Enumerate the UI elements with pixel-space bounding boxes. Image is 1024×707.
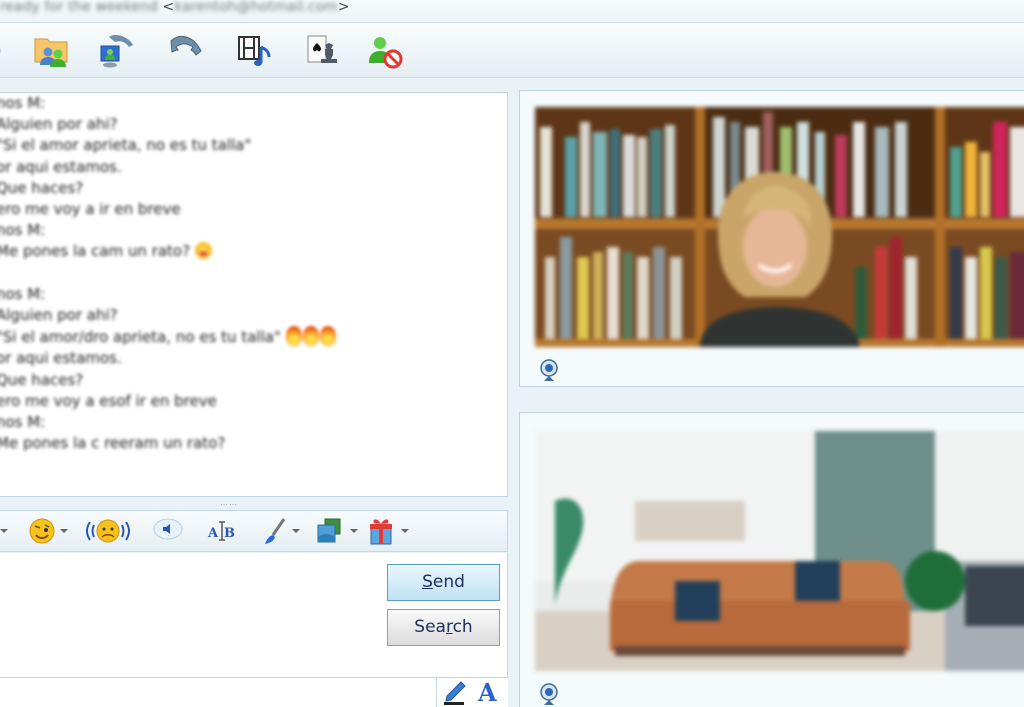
search-accelerator: r [445,617,453,637]
emoticons-dropdown-arrow-icon[interactable] [60,529,68,533]
chat-lines: nos M: Alguien por ahi? "Si el amor apri… [0,93,507,454]
chat-line: Alguien por ahi? [0,306,118,325]
invite-icon[interactable] [0,33,8,69]
own-video-feed [535,431,1024,671]
gift-icon[interactable] [368,516,394,546]
compose-area: Send Search [0,553,508,679]
svg-text:B: B [224,526,235,541]
send-accelerator: S [422,572,433,592]
font-format-icon[interactable]: AB [207,516,237,546]
chat-line: nos M: [0,284,46,303]
contact-video-frame [519,90,1024,387]
film-music-icon[interactable] [237,33,273,69]
send-button[interactable]: Send [387,564,500,601]
nudge-icon[interactable] [86,516,130,546]
conversation-header: ready for the weekend <karentoh@hotmail.… [0,0,1024,22]
chat-line: Me pones la cam un rato? [0,241,507,262]
phone-icon[interactable] [168,33,204,69]
webcam-icon[interactable] [539,359,559,383]
chat-line: or aqui estamos. [0,349,122,368]
chat-line: nos M: [0,221,46,240]
email-bracket-open: < [162,0,175,15]
chat-line: "Si el amor aprieta, no es tu talla" [0,136,252,155]
video-call-icon[interactable] [99,33,135,69]
block-contact-icon[interactable] [367,33,403,69]
ink-input-box[interactable] [0,678,437,707]
email-bracket-close: > [337,0,350,15]
fire-emoji-icon [285,326,302,347]
cards-chess-icon[interactable] [305,33,341,69]
pen-icon[interactable] [441,680,467,706]
images-dropdown-arrow-icon[interactable] [350,529,358,533]
webcam-icon[interactable] [539,683,559,707]
pane-splitter-handle[interactable]: ⋯⋯ [220,500,238,509]
chat-line: "Si el amor/dro aprieta, no es tu talla" [0,326,507,348]
chat-line [0,263,507,284]
search-button[interactable]: Search [387,609,500,646]
fire-emoji-icon [302,326,319,347]
conversation-toolbar [0,22,1024,78]
folder-contacts-icon[interactable] [33,33,69,69]
chat-line: nos M: [0,413,46,432]
own-video-frame [519,412,1024,707]
gifts-dropdown-arrow-icon[interactable] [401,529,409,533]
tongue-face-emoji-icon [194,242,212,260]
svg-text:A: A [207,526,219,541]
chat-line: ero me voy a ir en breve [0,200,181,219]
format-toolbar: AB [0,510,508,552]
chat-line: Que haces? [0,370,84,389]
contact-email: karentoh@hotmail.com [174,0,338,15]
wink-smiley-icon[interactable] [28,516,56,546]
fire-emoji-icon [319,326,336,347]
message-input[interactable] [0,553,378,677]
dropdown-arrow-icon[interactable] [0,529,8,533]
chat-history[interactable]: nos M: Alguien por ahi? "Si el amor apri… [0,92,508,497]
chat-line: ero me voy a esof ir en breve [0,391,217,410]
picture-icon[interactable] [316,516,342,546]
chat-line: Me pones la c reeram un rato? [0,434,226,453]
chat-line: Que haces? [0,178,84,197]
chat-line: Alguien por ahi? [0,115,118,134]
chat-line: or aqui estamos. [0,157,122,176]
video-panel [517,90,1024,707]
bottom-bar: A [0,677,508,707]
paintbrush-icon[interactable] [262,516,288,546]
background-dropdown-arrow-icon[interactable] [292,529,300,533]
status-message: ready for the weekend [0,0,159,15]
chat-line: nos M: [0,94,46,112]
voice-clip-icon[interactable] [152,516,184,546]
contact-video-feed [535,107,1024,347]
text-mode-icon[interactable]: A [478,678,497,707]
